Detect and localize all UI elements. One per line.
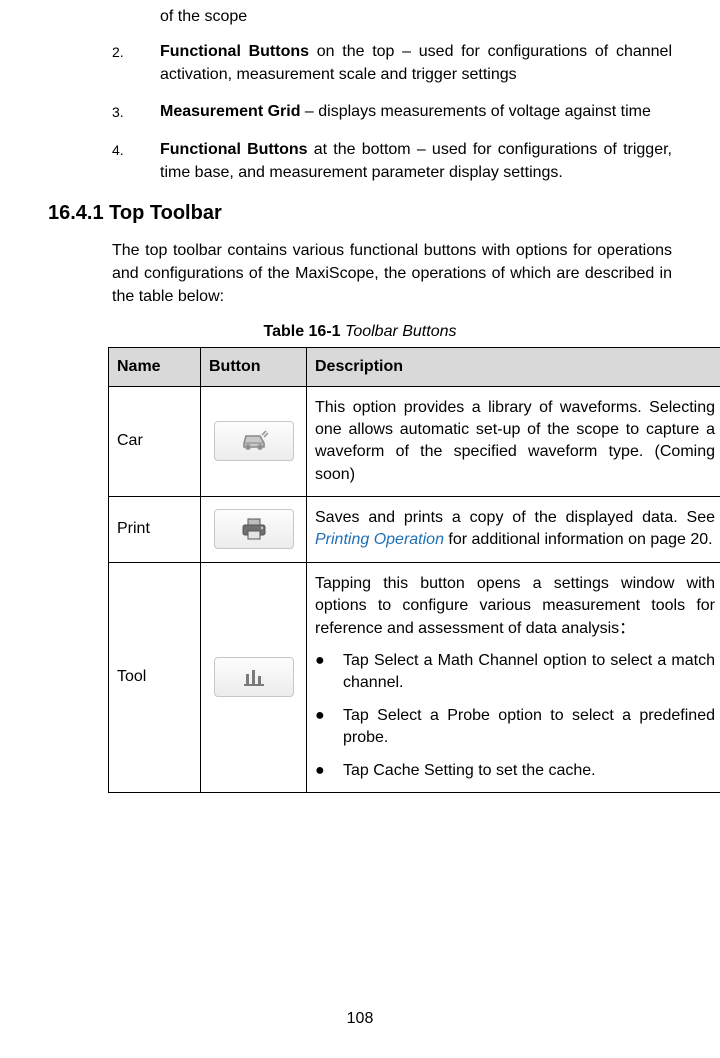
row-desc: Saves and prints a copy of the displayed… (307, 497, 720, 563)
bullet-icon: ● (315, 705, 343, 750)
bullet-text: Tap Cache Setting to set the cache. (343, 760, 596, 782)
bullet-text: Tap Select a Probe option to select a pr… (343, 705, 715, 750)
list-number: 3. (112, 100, 160, 123)
car-icon (214, 421, 294, 461)
list-rest: – displays measurements of voltage again… (300, 103, 650, 120)
header-name: Name (109, 347, 201, 386)
list-body: Functional Buttons on the top – used for… (160, 40, 672, 86)
desc-pre: Saves and prints a copy of the displayed… (315, 509, 715, 526)
bullet-icon: ● (315, 760, 343, 782)
table-row: Print Saves and prints a copy of the dis… (109, 497, 720, 563)
list-number: 4. (112, 138, 160, 184)
table-caption: Table 16-1 Toolbar Buttons (48, 323, 672, 341)
tool-icon (214, 657, 294, 697)
print-icon (214, 509, 294, 549)
header-desc: Description (307, 347, 720, 386)
page-number: 108 (0, 1010, 720, 1028)
list-item-2: 2. Functional Buttons on the top – used … (112, 40, 672, 86)
list-item-4: 4. Functional Buttons at the bottom – us… (112, 138, 672, 184)
intro-paragraph: The top toolbar contains various functio… (112, 239, 672, 309)
row-button-cell (201, 386, 307, 497)
table-row: Car This option provides (109, 386, 720, 497)
row-name: Tool (109, 562, 201, 792)
row-button-cell (201, 497, 307, 563)
table-row: Tool Tapping this button opens a setting… (109, 562, 720, 792)
list-pretext: of the scope (160, 8, 672, 26)
header-button: Button (201, 347, 307, 386)
desc-link[interactable]: Printing Operation (315, 531, 444, 548)
row-name: Print (109, 497, 201, 563)
list-bold: Functional Buttons (160, 43, 309, 60)
row-button-cell (201, 562, 307, 792)
section-heading: 16.4.1 Top Toolbar (48, 202, 672, 225)
desc-post: for additional information on page 20. (444, 531, 713, 548)
tool-intro: Tapping this button opens a settings win… (315, 573, 715, 640)
bullet-item: ● Tap Select a Probe option to select a … (315, 705, 715, 750)
list-number: 2. (112, 40, 160, 86)
bullet-item: ● Tap Select a Math Channel option to se… (315, 650, 715, 695)
table-header-row: Name Button Description (109, 347, 720, 386)
bullet-item: ● Tap Cache Setting to set the cache. (315, 760, 715, 782)
bullet-icon: ● (315, 650, 343, 695)
list-body: Measurement Grid – displays measurements… (160, 100, 672, 123)
toolbar-buttons-table: Name Button Description Car (108, 347, 720, 793)
page-content: of the scope 2. Functional Buttons on th… (48, 0, 672, 793)
row-desc: This option provides a library of wavefo… (307, 386, 720, 497)
list-bold: Measurement Grid (160, 103, 300, 120)
row-desc: Tapping this button opens a settings win… (307, 562, 720, 792)
caption-bold: Table 16-1 (263, 323, 340, 340)
bullet-text: Tap Select a Math Channel option to sele… (343, 650, 715, 695)
list-item-3: 3. Measurement Grid – displays measureme… (112, 100, 672, 123)
caption-italic: Toolbar Buttons (341, 323, 457, 340)
list-body: Functional Buttons at the bottom – used … (160, 138, 672, 184)
row-name: Car (109, 386, 201, 497)
list-bold: Functional Buttons (160, 141, 308, 158)
